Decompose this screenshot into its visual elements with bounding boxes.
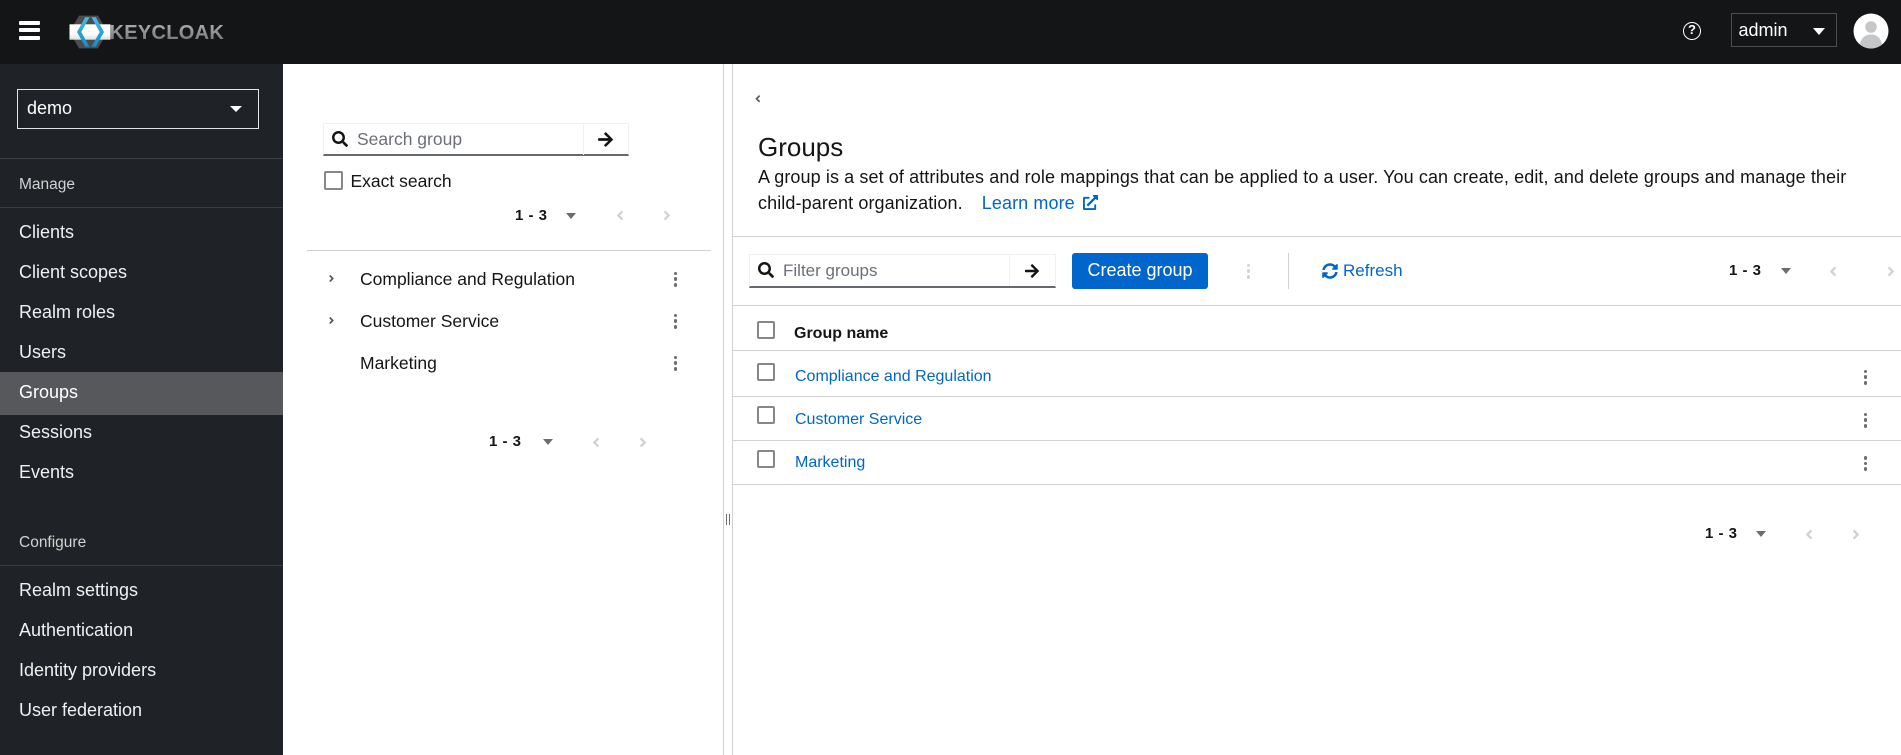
svg-text:KEYCLOAK: KEYCLOAK <box>110 22 225 44</box>
